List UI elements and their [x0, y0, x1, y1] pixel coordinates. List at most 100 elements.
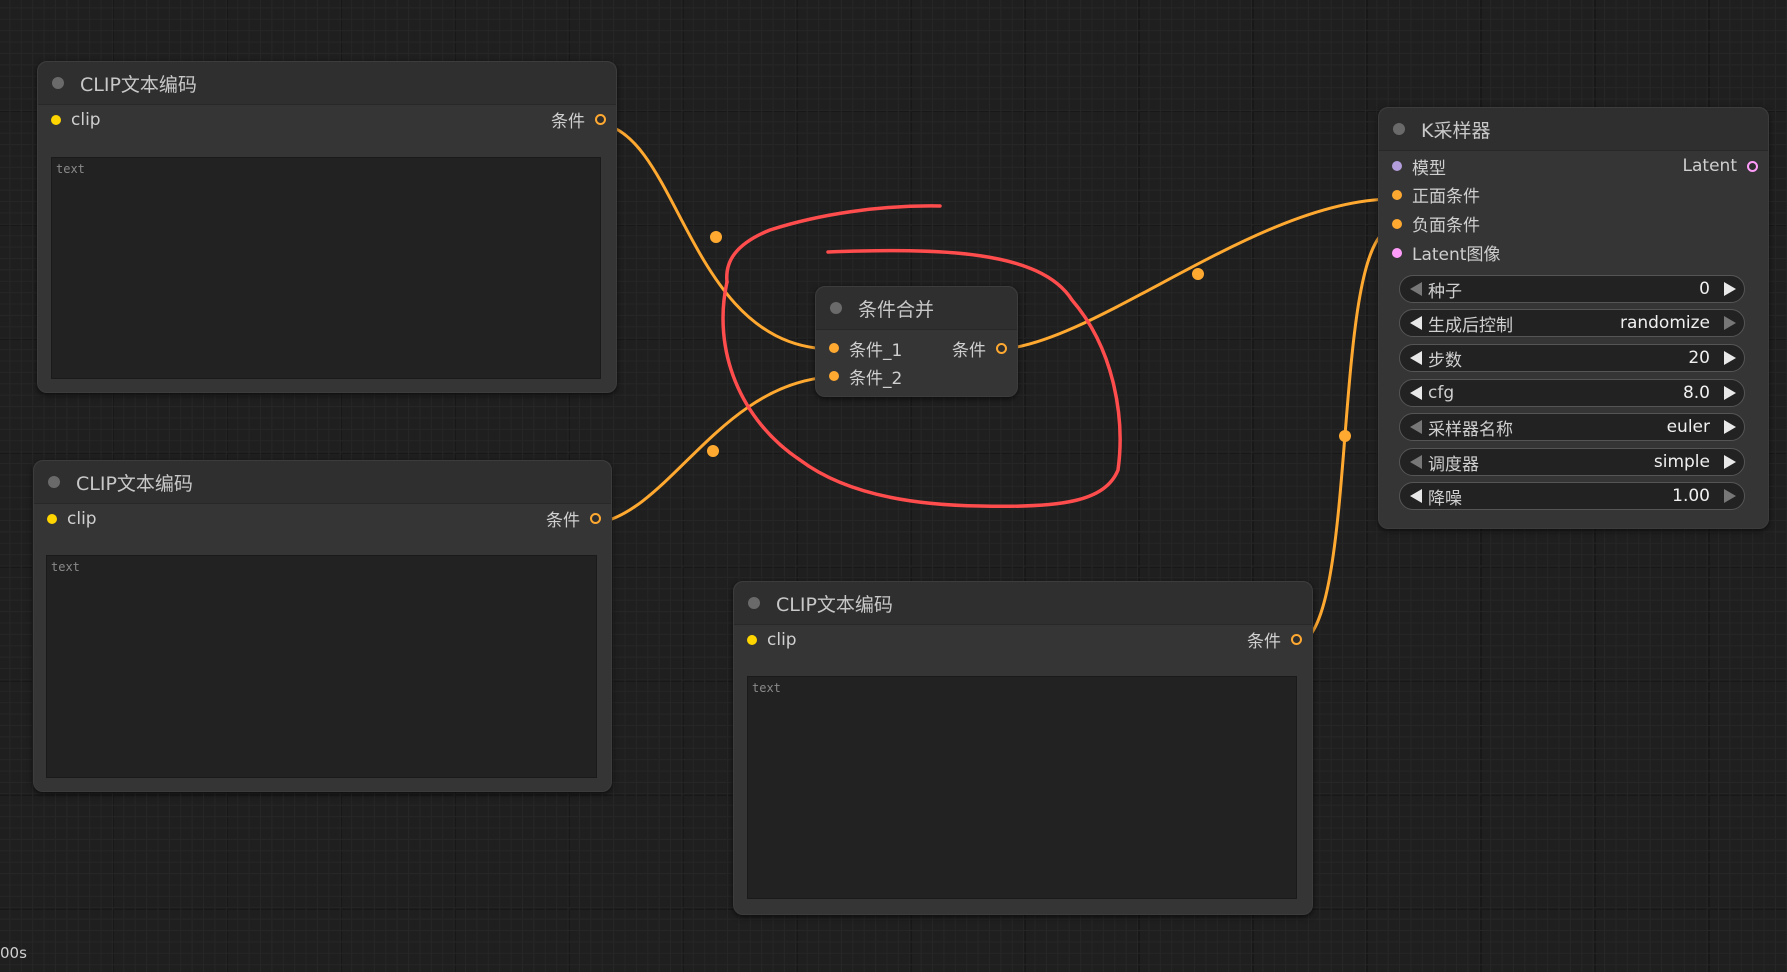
- collapse-dot-icon[interactable]: [748, 597, 760, 609]
- clip-input-dot-icon[interactable]: [47, 513, 57, 524]
- decrement-arrow-icon[interactable]: [1410, 282, 1422, 296]
- text-prompt-input[interactable]: text: [46, 555, 597, 778]
- latent-output-dot-icon[interactable]: [1747, 160, 1758, 172]
- output-slot-latent[interactable]: Latent: [1683, 152, 1758, 180]
- conditioning-input-dot-icon[interactable]: [1392, 218, 1402, 229]
- output-label: Latent: [1682, 156, 1737, 176]
- input-slot-negative[interactable]: 负面条件: [1379, 211, 1480, 236]
- output-slot-conditioning[interactable]: 条件: [546, 504, 601, 533]
- increment-arrow-icon[interactable]: [1724, 420, 1736, 434]
- widget-steps[interactable]: 步数 20: [1399, 344, 1745, 372]
- decrement-arrow-icon[interactable]: [1410, 455, 1422, 469]
- node-title: K采样器: [1421, 119, 1491, 142]
- node-header[interactable]: K采样器: [1379, 108, 1768, 151]
- input-slot-conditioning-2[interactable]: 条件_2: [816, 364, 902, 389]
- conditioning-input-dot-icon[interactable]: [829, 371, 839, 381]
- increment-arrow-icon[interactable]: [1724, 282, 1736, 296]
- ksampler-node[interactable]: K采样器 模型 Latent 正面条件 负面条件 Latent图像 种子 0 生…: [1378, 107, 1769, 529]
- node-title: CLIP文本编码: [776, 593, 893, 616]
- output-label: 条件: [1247, 632, 1281, 652]
- input-slot-clip[interactable]: clip: [38, 110, 101, 130]
- node-title: CLIP文本编码: [80, 73, 197, 96]
- increment-arrow-icon[interactable]: [1724, 386, 1736, 400]
- text-prompt-input[interactable]: text: [747, 676, 1297, 899]
- widget-label: 调度器: [1428, 454, 1479, 475]
- output-slot-conditioning[interactable]: 条件: [1247, 625, 1302, 654]
- widget-value: 8.0: [1682, 383, 1710, 403]
- conditioning-combine-node[interactable]: 条件合并 条件_1 条件 条件_2: [815, 286, 1018, 397]
- input-slot-clip[interactable]: clip: [34, 509, 97, 529]
- increment-arrow-icon[interactable]: [1724, 316, 1736, 330]
- widget-value: 0: [1699, 279, 1710, 299]
- input-label: clip: [67, 508, 97, 529]
- collapse-dot-icon[interactable]: [1393, 123, 1405, 135]
- clip-text-encode-node-2[interactable]: CLIP文本编码 clip 条件 text: [33, 460, 612, 792]
- annotation-stroke-top: [725, 204, 942, 284]
- input-label: 条件_2: [849, 368, 903, 389]
- output-slot-conditioning[interactable]: 条件: [952, 334, 1007, 362]
- decrement-arrow-icon[interactable]: [1410, 351, 1422, 365]
- input-slot-conditioning-1[interactable]: 条件_1: [816, 336, 902, 361]
- increment-arrow-icon[interactable]: [1724, 455, 1736, 469]
- increment-arrow-icon[interactable]: [1724, 489, 1736, 503]
- decrement-arrow-icon[interactable]: [1410, 386, 1422, 400]
- input-slot-latent-image[interactable]: Latent图像: [1379, 240, 1500, 265]
- widget-label: cfg: [1428, 383, 1455, 403]
- conditioning-output-dot-icon[interactable]: [595, 114, 606, 125]
- wire-midpoint-1[interactable]: [710, 231, 722, 243]
- conditioning-input-dot-icon[interactable]: [829, 343, 839, 353]
- input-label: clip: [767, 629, 797, 650]
- output-label: 条件: [952, 340, 986, 361]
- conditioning-output-dot-icon[interactable]: [590, 513, 601, 524]
- input-label: 负面条件: [1412, 216, 1480, 236]
- increment-arrow-icon[interactable]: [1724, 351, 1736, 365]
- widget-value: randomize: [1619, 313, 1710, 333]
- input-slot-clip[interactable]: clip: [734, 630, 797, 650]
- node-header[interactable]: CLIP文本编码: [734, 582, 1312, 625]
- model-input-dot-icon[interactable]: [1392, 161, 1402, 171]
- input-label: Latent图像: [1412, 245, 1501, 265]
- wire-midpoint-4[interactable]: [1339, 430, 1351, 442]
- node-header[interactable]: CLIP文本编码: [34, 461, 611, 504]
- clip-input-dot-icon[interactable]: [51, 114, 61, 125]
- clip-text-encode-node-1[interactable]: CLIP文本编码 clip 条件 text: [37, 61, 617, 393]
- conditioning-output-dot-icon[interactable]: [1291, 634, 1302, 645]
- node-title: CLIP文本编码: [76, 472, 193, 495]
- collapse-dot-icon[interactable]: [52, 77, 64, 89]
- conditioning-output-dot-icon[interactable]: [996, 342, 1007, 354]
- input-label: 正面条件: [1412, 187, 1480, 207]
- conditioning-input-dot-icon[interactable]: [1392, 189, 1402, 200]
- widget-sampler-name[interactable]: 采样器名称 euler: [1399, 413, 1745, 441]
- widget-label: 生成后控制: [1428, 315, 1513, 336]
- decrement-arrow-icon[interactable]: [1410, 420, 1422, 434]
- wire-midpoint-2[interactable]: [707, 445, 719, 457]
- input-label: 模型: [1412, 158, 1446, 179]
- widget-cfg[interactable]: cfg 8.0: [1399, 379, 1745, 407]
- widget-control-after-generate[interactable]: 生成后控制 randomize: [1399, 309, 1745, 337]
- widget-value: 1.00: [1672, 486, 1710, 506]
- clip-text-encode-node-3[interactable]: CLIP文本编码 clip 条件 text: [733, 581, 1313, 915]
- input-slot-positive[interactable]: 正面条件: [1379, 182, 1480, 207]
- collapse-dot-icon[interactable]: [48, 476, 60, 488]
- widget-label: 种子: [1428, 281, 1462, 302]
- output-slot-conditioning[interactable]: 条件: [551, 105, 606, 134]
- widget-value: simple: [1653, 452, 1710, 472]
- node-header[interactable]: CLIP文本编码: [38, 62, 616, 105]
- clip-input-dot-icon[interactable]: [747, 634, 757, 645]
- wire-midpoint-3[interactable]: [1192, 268, 1204, 280]
- input-label: clip: [71, 109, 101, 130]
- node-header[interactable]: 条件合并: [816, 287, 1017, 330]
- widget-seed[interactable]: 种子 0: [1399, 275, 1745, 303]
- input-slot-model[interactable]: 模型: [1379, 154, 1446, 179]
- decrement-arrow-icon[interactable]: [1410, 489, 1422, 503]
- input-label: 条件_1: [849, 340, 903, 361]
- widget-label: 降噪: [1428, 488, 1462, 509]
- latent-input-dot-icon[interactable]: [1392, 247, 1402, 258]
- widget-scheduler[interactable]: 调度器 simple: [1399, 448, 1745, 476]
- decrement-arrow-icon[interactable]: [1410, 316, 1422, 330]
- text-prompt-input[interactable]: text: [51, 157, 601, 379]
- collapse-dot-icon[interactable]: [830, 302, 842, 314]
- widget-denoise[interactable]: 降噪 1.00: [1399, 482, 1745, 510]
- widget-value: 20: [1688, 348, 1710, 368]
- node-title: 条件合并: [858, 298, 935, 321]
